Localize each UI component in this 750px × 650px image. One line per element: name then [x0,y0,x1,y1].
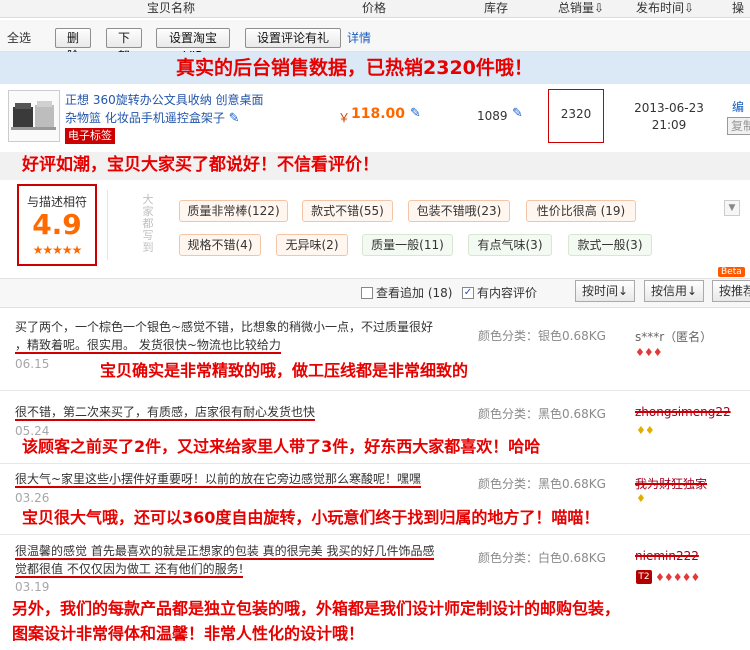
review-tag[interactable]: 性价比很高 (19) [526,200,636,222]
rating-score: 4.9 [32,208,82,241]
col-total-sales[interactable]: 总销量⇩ [558,0,604,16]
edit-stock-pencil-icon[interactable]: ✎ [512,106,523,121]
reviewer-name[interactable]: niemin222 [635,549,699,563]
review-tag[interactable]: 无异味(2) [276,234,348,256]
review-divider [0,534,750,535]
sales-banner-text: 真实的后台销售数据，已热销2320件哦！ [176,57,533,79]
product-price: 118.00 [351,106,406,122]
down-arrow-icon: ↓ [618,284,629,298]
delete-button[interactable]: 删 除 [55,28,91,63]
col-product-name[interactable]: 宝贝名称 [147,0,195,16]
view-added-label: 查看追加 (18) [376,286,453,300]
diamond-rank-icon: ♦♦ [636,424,655,437]
review-text: 买了两个，一个棕色一个银色~感觉不错，比想象的稍微小一点，不过质量很好 [15,320,434,334]
with-content-checkbox[interactable]: ✓ [462,287,474,299]
review-text: ，精致着呢。很实用。 发货很快~物流也比较给力 [15,338,281,354]
publish-datetime: 2013-06-23 21:09 [626,100,712,134]
heart-rank-icon: ♦♦♦ [635,346,663,359]
review-tag[interactable]: 款式一般(3) [568,234,652,256]
select-all-label[interactable]: 全选 [7,28,31,48]
set-review-reward-button[interactable]: 设置评论有礼 [245,28,341,48]
rating-panel [0,180,750,278]
edit-price-pencil-icon[interactable]: ✎ [410,106,421,121]
col-price[interactable]: 价格 [362,0,386,16]
review-tag[interactable]: 有点气味(3) [468,234,552,256]
sort-by-recommend-button[interactable]: 按推荐 [712,280,750,302]
beta-badge: Beta [718,267,745,277]
details-link[interactable]: 详情 [347,28,371,48]
annotation-text: 图案设计非常得体和温馨！非常人性化的设计哦！ [12,624,365,643]
review-date: 03.19 [15,580,50,594]
review-tag[interactable]: 包装不错哦(23) [408,200,510,222]
sort-by-credit-button[interactable]: 按信用↓ [644,280,705,302]
bulk-toolbar: 全选 删 除 下 架 设置淘宝VIP 设置评论有礼 详情 [0,20,750,63]
review-tag[interactable]: 规格不错(4) [179,234,261,256]
review-text: 很不错，第二次来买了，有质感，店家很有耐心发货也快 [15,405,316,421]
review-sku: 颜色分类：黑色0.68KG [478,477,606,491]
product-thumbnail[interactable] [8,90,60,142]
review-date: 06.15 [15,357,50,371]
annotation-text: 宝贝确实是非常精致的哦，做工压线都是非常细致的 [100,361,469,380]
reviewer-name[interactable]: s***r（匿名） [635,328,712,345]
tmall-badge-icon: T2 [636,570,652,584]
reviewer-name[interactable]: 我为财狂独家 [635,475,707,492]
publish-time: 21:09 [651,118,687,132]
view-added-checkbox[interactable] [361,287,373,299]
edit-pencil-icon[interactable]: ✎ [229,111,240,126]
down-arrow-icon: ↓ [687,284,698,298]
electronic-tag-badge[interactable]: 电子标签 [65,128,115,144]
col-operation: 操 [732,1,745,15]
publish-date: 2013-06-23 [634,101,704,115]
sort-by-time-button[interactable]: 按时间↓ [575,280,636,302]
with-content-label: 有内容评价 [477,286,538,300]
reviewer-name[interactable]: zhongsimeng22 [635,405,731,419]
review-divider [0,390,750,391]
expand-tags-chevron-icon[interactable]: ▼ [724,200,740,216]
review-sku: 颜色分类：银色0.68KG [478,329,606,343]
currency-symbol: ￥ [338,111,351,125]
review-text: 很大气~家里这些小摆件好重要呀！以前的放在它旁边感觉那么寒酸呢！嘿嘿 [15,472,422,488]
praise-banner-text: 好评如潮，宝贝大家买了都说好！不信看评价！ [22,155,379,175]
sort-down-icon: ⇩ [684,1,695,15]
review-filter-bar [0,278,750,308]
product-title-link[interactable]: 正想 360旋转办公文具收纳 创意桌面杂物篮 化妆品手机遥控盒架子 ✎ [65,91,265,128]
review-sku: 颜色分类：黑色0.68KG [478,407,606,421]
review-text: 觉都很值 不仅仅因为做工 还有他们的服务! [15,562,244,578]
sort-down-icon: ⇩ [594,1,605,15]
col-stock[interactable]: 库存 [484,0,508,16]
set-vip-button[interactable]: 设置淘宝VIP [156,28,230,63]
review-date: 03.26 [15,491,50,505]
diamond-rank-icon: ♦ [636,492,646,505]
review-sku: 颜色分类：白色0.68KG [478,551,606,565]
annotation-text: 该顾客之前买了2件，又过来给家里人带了3件，好东西大家都喜欢！哈哈 [22,437,541,456]
review-divider [0,463,750,464]
product-stock: 1089 [477,109,508,123]
rating-divider [107,190,108,260]
column-header-row: 宝贝名称 价格 库存 总销量⇩ 发布时间⇩ 操 [0,0,750,18]
heart-rank-icon: ♦♦♦♦♦ [655,571,700,584]
annotation-text: 宝贝很大气哦，还可以360度自由旋转，小玩意们终于找到归属的地方了！喵喵！ [22,508,600,527]
annotation-text: 另外，我们的每款产品都是独立包装的哦，外箱都是我们设计师定制设计的邮购包装， [12,599,621,618]
offshelf-button[interactable]: 下 架 [106,28,142,63]
review-tag[interactable]: 质量一般(11) [362,234,453,256]
product-sales: 2320 [560,107,592,121]
col-publish-time[interactable]: 发布时间⇩ [636,0,694,16]
copy-button[interactable]: 复制 [727,117,750,135]
review-text: 很温馨的感觉 首先最喜欢的就是正想家的包装 真的很完美 我买的好几件饰品感 [15,544,435,560]
review-tag[interactable]: 款式不错(55) [302,200,393,222]
rating-stars-icon: ★★★★★ [32,243,83,257]
everyone-wrote-label: 大家都写到 [142,193,154,254]
review-tag[interactable]: 质量非常棒(122) [179,200,288,222]
